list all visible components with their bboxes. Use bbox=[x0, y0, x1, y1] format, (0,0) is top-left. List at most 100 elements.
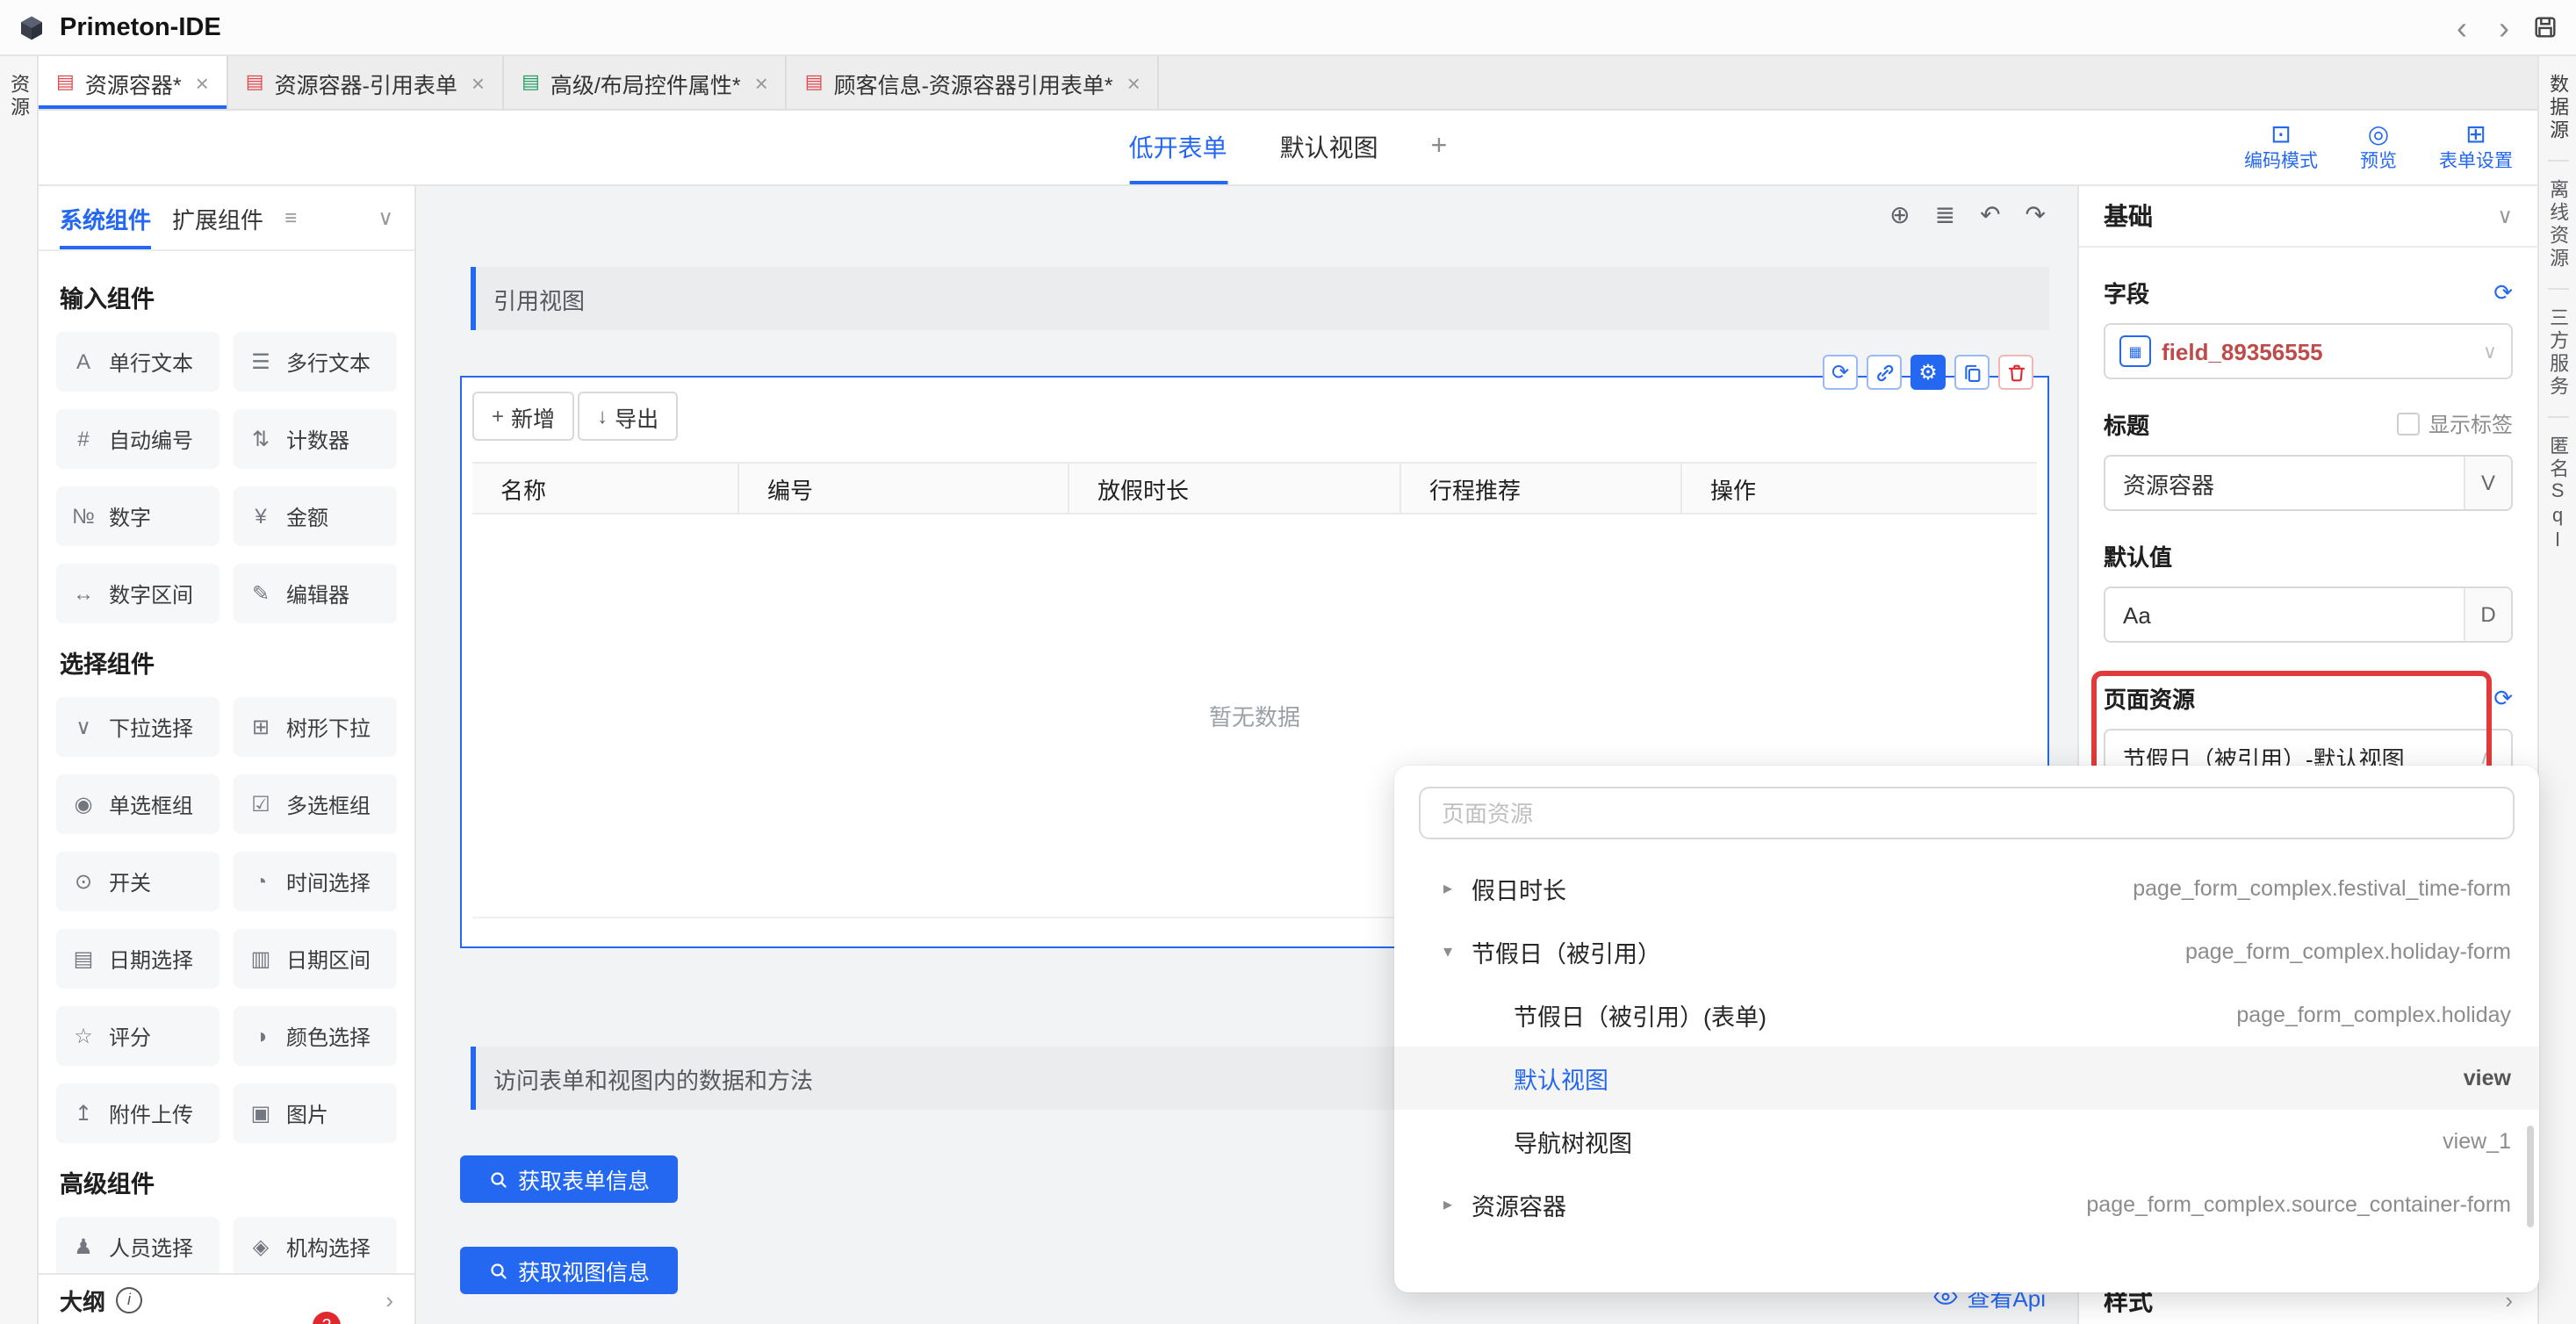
preview-button[interactable]: ◎ 预览 bbox=[2360, 121, 2397, 174]
palette-tab-system[interactable]: 系统组件 bbox=[60, 186, 151, 249]
dock-item-offline-resource[interactable]: 离线资源 bbox=[2547, 179, 2568, 270]
component-item[interactable]: ✎编辑器 bbox=[234, 564, 397, 623]
redo-icon[interactable]: ↷ bbox=[2026, 199, 2046, 229]
delete-button[interactable] bbox=[1998, 355, 2033, 390]
resource-search-box[interactable] bbox=[1419, 787, 2515, 839]
view-toolbar: 低开表单 默认视图 + ⊡ 编码模式 ◎ 预览 ⊞ 表单设置 bbox=[39, 111, 2537, 186]
component-item[interactable]: ♟人员选择 bbox=[56, 1217, 219, 1273]
outline-footer[interactable]: 大纲 i › bbox=[39, 1273, 414, 1324]
tree-item-code: page_form_complex.festival_time-form bbox=[2133, 876, 2511, 901]
palette-collapse-icon[interactable]: ∨ bbox=[378, 205, 393, 230]
component-item[interactable]: ▥日期区间 bbox=[234, 929, 397, 989]
chevron-down-icon[interactable]: ∨ bbox=[2497, 204, 2513, 228]
editor-tab-4[interactable]: ▤ 顾客信息-资源容器引用表单* × bbox=[788, 56, 1160, 109]
save-icon[interactable] bbox=[2532, 14, 2558, 40]
editor-tab-3[interactable]: ▤ 高级/布局控件属性* × bbox=[504, 56, 788, 109]
close-icon[interactable]: × bbox=[196, 69, 209, 96]
link-button[interactable] bbox=[1867, 355, 1902, 390]
button-label: 获取视图信息 bbox=[518, 1254, 650, 1287]
tree-item-label: 默认视图 bbox=[1514, 1061, 1608, 1096]
component-item[interactable]: ▤日期选择 bbox=[56, 929, 219, 989]
component-item[interactable]: ↔数字区间 bbox=[56, 564, 219, 623]
component-item[interactable]: ☑多选框组 bbox=[234, 774, 397, 834]
form-settings-button[interactable]: ⊞ 表单设置 bbox=[2439, 121, 2513, 174]
component-item[interactable]: ☆评分 bbox=[56, 1006, 219, 1066]
palette-menu-icon[interactable]: ≡ bbox=[284, 205, 297, 230]
component-item[interactable]: #自动编号 bbox=[56, 409, 219, 469]
resource-tree-row[interactable]: ▸ 假日时长 page_form_complex.festival_time-f… bbox=[1394, 857, 2539, 920]
nav-back-icon[interactable]: ‹ bbox=[2448, 11, 2476, 43]
component-item[interactable]: ◈机构选择 bbox=[234, 1217, 397, 1273]
dock-item-third-party-service[interactable]: 三方服务 bbox=[2547, 307, 2568, 399]
code-mode-button[interactable]: ⊡ 编码模式 bbox=[2244, 121, 2318, 174]
selection-toolbar: ⟳ ⚙ bbox=[1823, 355, 2033, 390]
dock-item-resource[interactable]: 资源 bbox=[8, 74, 29, 119]
close-icon[interactable]: × bbox=[755, 69, 768, 96]
component-label: 单选框组 bbox=[109, 789, 193, 819]
resource-tree-row[interactable]: 导航树视图 view_1 bbox=[1394, 1110, 2539, 1173]
export-button[interactable]: ↓ 导出 bbox=[578, 392, 678, 441]
component-item[interactable]: ∨下拉选择 bbox=[56, 697, 219, 757]
plus-icon: + bbox=[492, 404, 504, 428]
chevron-right-icon[interactable]: › bbox=[385, 1286, 393, 1313]
show-label-checkbox[interactable] bbox=[2397, 413, 2420, 435]
dock-item-anonymous-sql[interactable]: 匿名Sql bbox=[2547, 435, 2568, 555]
component-item[interactable]: ⇅计数器 bbox=[234, 409, 397, 469]
get-view-info-button[interactable]: 获取视图信息 bbox=[460, 1247, 678, 1294]
title-suffix-addon[interactable]: V bbox=[2464, 457, 2511, 509]
component-item[interactable]: ↥附件上传 bbox=[56, 1083, 219, 1143]
component-item[interactable]: ◉单选框组 bbox=[56, 774, 219, 834]
show-label-option[interactable]: 显示标签 bbox=[2397, 409, 2513, 439]
component-item[interactable]: ☰多行文本 bbox=[234, 332, 397, 392]
refresh-icon[interactable]: ⟳ bbox=[2493, 684, 2513, 712]
component-item[interactable]: №数字 bbox=[56, 486, 219, 546]
resource-tree-row-selected[interactable]: 默认视图 view bbox=[1394, 1047, 2539, 1110]
field-select[interactable]: ▦ field_89356555 ∨ bbox=[2104, 323, 2513, 379]
copy-button[interactable] bbox=[1954, 355, 1990, 390]
add-row-button[interactable]: + 新增 bbox=[472, 392, 574, 441]
undo-icon[interactable]: ↶ bbox=[1980, 199, 2000, 229]
close-icon[interactable]: × bbox=[1127, 69, 1140, 96]
close-icon[interactable]: × bbox=[471, 69, 485, 96]
resource-tree-row[interactable]: 节假日（被引用）(表单) page_form_complex.holiday bbox=[1394, 983, 2539, 1047]
page-doc-icon: ▤ bbox=[522, 73, 540, 92]
app-logo-icon bbox=[18, 13, 46, 41]
editor-tab-2[interactable]: ▤ 资源容器-引用表单 × bbox=[228, 56, 504, 109]
outline-tree-icon[interactable]: ≣ bbox=[1935, 199, 1955, 229]
default-suffix-addon[interactable]: D bbox=[2464, 588, 2511, 641]
group-header-basic[interactable]: 基础 ∨ bbox=[2079, 186, 2537, 248]
popup-scrollbar[interactable] bbox=[2527, 1126, 2534, 1227]
color-picker-icon: ◑ bbox=[248, 1024, 274, 1048]
caret-right-icon[interactable]: ▸ bbox=[1443, 879, 1471, 898]
globe-icon[interactable]: ⊕ bbox=[1889, 199, 1910, 229]
add-view-button[interactable]: + bbox=[1431, 132, 1448, 163]
component-item[interactable]: ⊙开关 bbox=[56, 852, 219, 911]
title-input[interactable]: 资源容器 V bbox=[2104, 455, 2513, 511]
caret-right-icon[interactable]: ▸ bbox=[1443, 1195, 1471, 1214]
settings-button[interactable]: ⚙ bbox=[1910, 355, 1946, 390]
component-item[interactable]: ⊞树形下拉 bbox=[234, 697, 397, 757]
sync-button[interactable]: ⟳ bbox=[1823, 355, 1858, 390]
component-item[interactable]: ◔时间选择 bbox=[234, 852, 397, 911]
default-value-input[interactable]: Aa D bbox=[2104, 586, 2513, 643]
component-label: 人员选择 bbox=[109, 1232, 193, 1262]
component-item[interactable]: ▣图片 bbox=[234, 1083, 397, 1143]
default-value[interactable]: Aa bbox=[2105, 588, 2464, 641]
resource-search-input[interactable] bbox=[1438, 798, 2495, 828]
view-tab-default[interactable]: 默认视图 bbox=[1280, 111, 1378, 184]
caret-down-icon[interactable]: ▾ bbox=[1443, 942, 1471, 961]
title-value[interactable]: 资源容器 bbox=[2105, 457, 2464, 509]
nav-forward-icon[interactable]: › bbox=[2490, 11, 2518, 43]
component-item[interactable]: A单行文本 bbox=[56, 332, 219, 392]
refresh-icon[interactable]: ⟳ bbox=[2493, 278, 2513, 306]
resource-tree-row[interactable]: ▸ 资源容器 page_form_complex.source_containe… bbox=[1394, 1173, 2539, 1236]
component-item[interactable]: ¥金额 bbox=[234, 486, 397, 546]
editor-tab-1[interactable]: ▤ 资源容器* × bbox=[39, 56, 228, 109]
view-tab-form[interactable]: 低开表单 bbox=[1129, 111, 1227, 184]
dock-item-datasource[interactable]: 数据源 bbox=[2547, 74, 2568, 142]
form-settings-icon: ⊞ bbox=[2465, 121, 2486, 146]
get-form-info-button[interactable]: 获取表单信息 bbox=[460, 1155, 678, 1203]
resource-tree-row[interactable]: ▾ 节假日（被引用） page_form_complex.holiday-for… bbox=[1394, 920, 2539, 983]
component-item[interactable]: ◑颜色选择 bbox=[234, 1006, 397, 1066]
palette-tab-extended[interactable]: 扩展组件 bbox=[172, 186, 263, 249]
